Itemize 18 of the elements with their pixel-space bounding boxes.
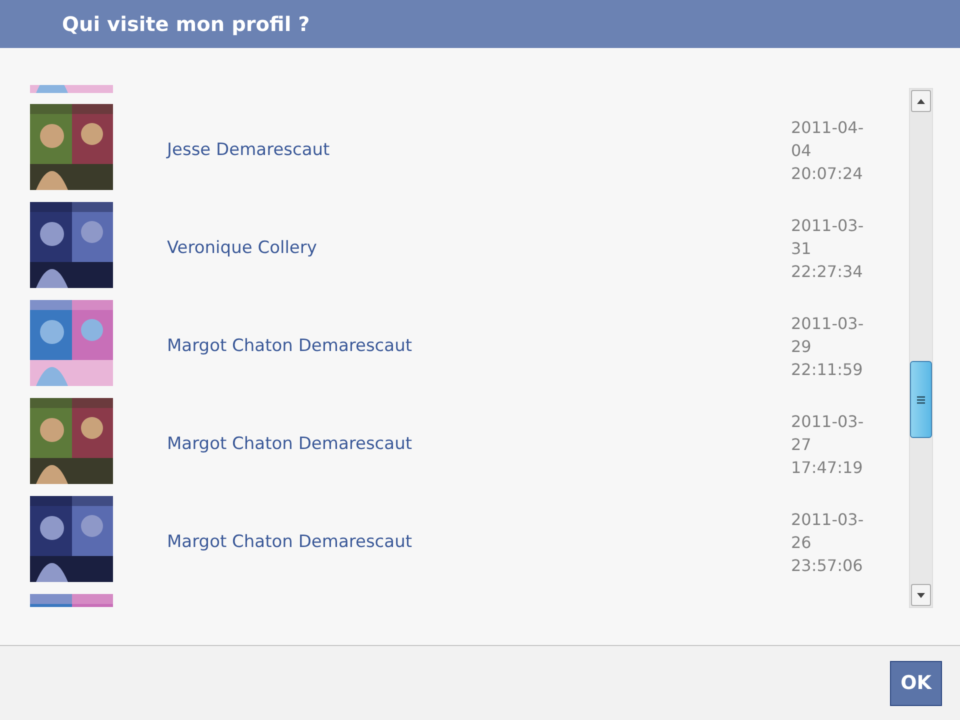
dialog-title: Qui visite mon profil ? [62,14,310,34]
ok-button[interactable]: OK [890,660,942,706]
visit-date: 2011-03-31 22:27:34 [791,215,865,283]
visit-date: 2011-03-26 23:57:06 [791,509,865,577]
down-arrow-icon [917,592,925,598]
visit-date: 2011-04-04 20:07:24 [791,117,865,185]
scroll-up-button[interactable] [911,90,931,112]
visitor-name-link[interactable]: Veronique Collery [167,236,767,262]
up-arrow-icon [917,98,925,104]
visit-date: 2011-03-29 22:11:59 [791,313,865,381]
scroll-thumb[interactable] [910,361,932,438]
scrollbar[interactable] [909,88,933,608]
visit-date: 2011-03-27 17:47:19 [791,411,865,479]
visitor-name-link[interactable]: Margot Chaton Demarescaut [167,530,767,556]
visitor-name-link[interactable]: Jesse Demarescaut [167,138,767,164]
visitor-name-link[interactable]: Margot Chaton Demarescaut [167,432,767,458]
visitor-name-link[interactable]: Margot Chaton Demarescaut [167,334,767,360]
scroll-down-button[interactable] [911,584,931,606]
